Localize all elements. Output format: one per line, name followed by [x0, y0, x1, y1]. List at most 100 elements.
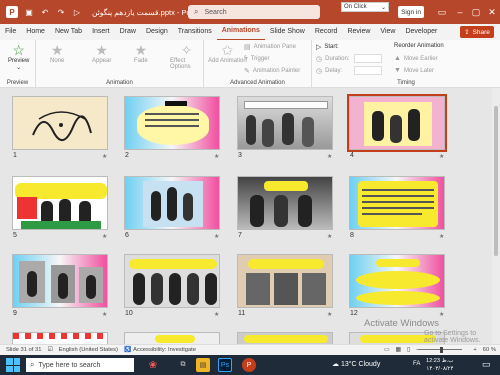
reading-view-icon[interactable]: ▯ [407, 347, 410, 353]
add-animation-button[interactable]: ✩ Add Animation [208, 42, 247, 64]
photoshop-icon[interactable]: Ps [218, 358, 232, 372]
slide-thumbnail-7[interactable] [237, 176, 333, 230]
animation-star-icon: ★ [439, 234, 445, 240]
file-explorer-icon[interactable]: ▤ [196, 358, 210, 372]
input-language[interactable]: FA [413, 361, 420, 367]
vertical-scrollbar[interactable] [492, 88, 500, 344]
search-placeholder: Search [204, 8, 227, 16]
effect-fade-button[interactable]: ★ Fade [134, 42, 148, 64]
share-button[interactable]: ⇪ Share [460, 26, 494, 38]
zoom-level[interactable]: 60 % [483, 347, 496, 353]
slide-thumbnail-15[interactable] [237, 332, 333, 344]
effect-none-button[interactable]: ★ None [50, 42, 64, 64]
spelling-icon[interactable]: ☑ [47, 347, 52, 353]
slide-thumbnail-13[interactable] [12, 332, 108, 344]
slide-thumbnail-11[interactable] [237, 254, 333, 308]
slide-thumbnail-12[interactable] [349, 254, 445, 308]
slide-number: 4 [350, 152, 354, 159]
tab-developer[interactable]: Developer [400, 24, 442, 40]
animation-star-icon: ★ [102, 154, 108, 160]
tab-file[interactable]: File [0, 24, 21, 40]
share-icon: ⇪ [464, 29, 470, 36]
slide-thumbnail-9[interactable] [12, 254, 108, 308]
language-status[interactable]: English (United States) [59, 347, 118, 353]
advanced-animation-group: ✩ Add Animation ▤ Animation Pane ϟ Trigg… [204, 40, 312, 88]
animation-star-icon: ★ [439, 312, 445, 318]
effect-options-button[interactable]: ✧ Effect Options [170, 42, 203, 70]
tab-home[interactable]: Home [21, 24, 50, 40]
slide-thumbnail-5[interactable] [12, 176, 108, 230]
chevron-down-icon: ⌄ [380, 4, 386, 11]
move-earlier-button[interactable]: ▲ Move Earlier [394, 55, 438, 62]
tab-design[interactable]: Design [141, 24, 173, 40]
close-icon[interactable]: ✕ [484, 4, 500, 20]
normal-view-icon[interactable]: ▭ [384, 347, 389, 353]
tab-slide-show[interactable]: Slide Show [265, 24, 310, 40]
clock-icon: ◷ [316, 56, 323, 63]
effect-options-icon: ✧ [180, 42, 193, 58]
timing-group-label: Timing [397, 80, 415, 86]
slide-thumbnail-14[interactable] [124, 332, 220, 344]
animation-group: ★ None ★ Appear ★ Fade ✧ Effect Options … [36, 40, 204, 88]
notification-icon[interactable]: ▭ [482, 359, 491, 370]
ribbon-display-icon[interactable]: ▭ [434, 4, 450, 20]
effect-none-label: None [50, 58, 65, 64]
animation-painter-label: Animation Painter [252, 68, 301, 74]
slide-thumbnail-2[interactable] [124, 96, 220, 150]
slide-sorter-view-icon[interactable]: ▦ [395, 347, 400, 353]
timing-group: ▷ Start: ◷ Duration: ◷ Delay: Reorder An… [312, 40, 500, 88]
preview-button[interactable]: ☆ Preview ⌄ [8, 42, 29, 71]
zoom-in-icon[interactable]: + [473, 347, 476, 353]
search-box[interactable]: ⌕ Search [188, 5, 320, 19]
trigger-button[interactable]: ϟ Trigger [244, 55, 270, 62]
save-icon[interactable]: ▣ [24, 7, 34, 17]
effect-appear-button[interactable]: ★ Appear [92, 42, 111, 64]
search-icon: ⌕ [30, 360, 35, 369]
preview-star-icon: ☆ [12, 42, 25, 58]
system-tray[interactable]: 12:23 ب.ظ ۱۴۰۳/۰۸/۲۴ [426, 357, 454, 373]
taskbar-search[interactable]: ⌕ Type here to search [26, 358, 134, 372]
slide-thumbnail-6[interactable] [124, 176, 220, 230]
start-select[interactable]: On Click ⌄ [341, 2, 389, 12]
move-later-label: Move Later [403, 67, 434, 74]
powerpoint-taskbar-icon[interactable]: P [242, 358, 256, 372]
task-view-icon[interactable]: ⧉ [176, 358, 190, 372]
calligraphy-image [32, 111, 92, 141]
effect-options-label: Effect Options [170, 58, 191, 70]
animation-pane-button[interactable]: ▤ Animation Pane [244, 43, 296, 51]
slide-number: 6 [125, 232, 129, 239]
windows-start-icon[interactable] [6, 358, 20, 372]
start-row: ▷ Start: [316, 43, 339, 51]
slide-thumbnail-1[interactable] [12, 96, 108, 150]
tab-draw[interactable]: Draw [115, 24, 141, 40]
minimize-icon[interactable]: – [452, 4, 468, 20]
tab-transitions[interactable]: Transitions [173, 24, 217, 40]
slide-thumbnail-4[interactable] [347, 94, 447, 152]
delay-field[interactable] [354, 66, 382, 75]
duration-field[interactable] [354, 54, 382, 63]
slideshow-icon[interactable]: ▷ [72, 7, 82, 17]
zoom-out-icon[interactable]: – [416, 347, 419, 353]
animation-painter-button[interactable]: ✎ Animation Painter [244, 67, 300, 75]
slide-thumbnail-3[interactable] [237, 96, 333, 150]
move-later-button[interactable]: ▼ Move Later [394, 67, 434, 74]
slide-thumbnail-10[interactable] [124, 254, 220, 308]
effect-appear-label: Appear [92, 58, 112, 64]
tab-animations[interactable]: Animations [216, 23, 265, 41]
tab-review[interactable]: Review [342, 24, 375, 40]
flower-icon[interactable]: ❀ [146, 358, 160, 372]
zoom-slider-knob[interactable] [440, 347, 443, 353]
redo-icon[interactable]: ↷ [56, 7, 66, 17]
accessibility-status[interactable]: Accessibility: Investigate [133, 347, 196, 353]
menu-bar: File Home New Tab Insert Draw Design Tra… [0, 23, 500, 41]
tab-record[interactable]: Record [310, 24, 343, 40]
sign-in-button[interactable]: Sign in [398, 6, 424, 18]
maximize-icon[interactable]: ▢ [468, 4, 484, 20]
tab-view[interactable]: View [375, 24, 400, 40]
slide-thumbnail-8[interactable] [349, 176, 445, 230]
tab-insert[interactable]: Insert [87, 24, 115, 40]
undo-icon[interactable]: ↶ [40, 7, 50, 17]
weather-widget[interactable]: ☁ 13°C Cloudy [332, 360, 380, 368]
tab-new-tab[interactable]: New Tab [50, 24, 87, 40]
scrollbar-thumb[interactable] [494, 106, 498, 256]
